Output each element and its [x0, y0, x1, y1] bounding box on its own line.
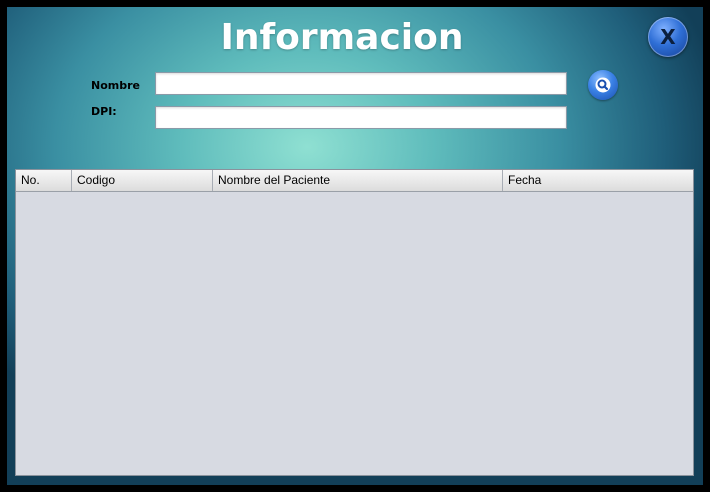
nombre-input[interactable]	[155, 72, 567, 95]
nombre-label: Nombre	[91, 79, 140, 92]
close-button[interactable]: X	[648, 17, 688, 57]
window-frame: Informacion X Nombre DPI: No. Codigo Nom…	[0, 0, 710, 492]
patients-table[interactable]: No. Codigo Nombre del Paciente Fecha	[15, 169, 694, 476]
table-body	[16, 192, 693, 476]
column-header-nombre-paciente[interactable]: Nombre del Paciente	[213, 170, 503, 191]
column-header-codigo[interactable]: Codigo	[72, 170, 213, 191]
column-header-no[interactable]: No.	[16, 170, 72, 191]
search-button[interactable]	[588, 70, 618, 100]
column-header-fecha[interactable]: Fecha	[503, 170, 693, 191]
table-header: No. Codigo Nombre del Paciente Fecha	[16, 170, 693, 192]
main-panel: Informacion X Nombre DPI: No. Codigo Nom…	[7, 7, 703, 485]
page-title: Informacion	[220, 17, 464, 58]
dpi-label: DPI:	[91, 105, 117, 118]
dpi-input[interactable]	[155, 106, 567, 129]
close-icon: X	[660, 25, 676, 49]
search-icon	[595, 77, 611, 93]
